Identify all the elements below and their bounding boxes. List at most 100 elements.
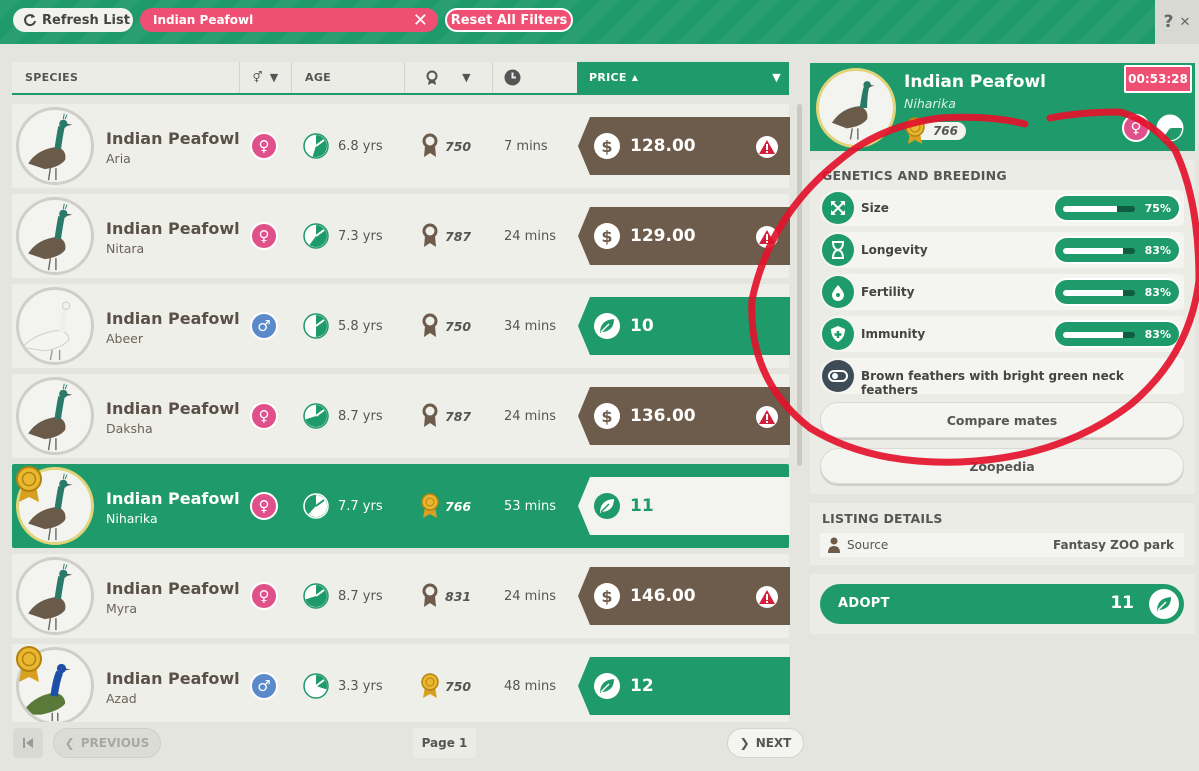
detail-header: Indian Peafowl Niharika 766 00:53:28 ♀ xyxy=(810,63,1195,151)
animal-row[interactable]: Indian Peafowl Nitara ♀ 7.3 yrs 787 24 m… xyxy=(12,194,790,278)
listing-time: 53 mins xyxy=(504,499,556,514)
page-indicator: Page 1 xyxy=(413,728,476,758)
animal-species: Indian Peafowl xyxy=(106,669,240,688)
search-filter-tag[interactable]: Indian Peafowl ✕ xyxy=(140,8,438,32)
reset-filters-button[interactable]: Reset All Filters xyxy=(445,8,573,32)
age-icon xyxy=(303,133,329,159)
dollar-icon: $ xyxy=(594,223,620,249)
search-filter-label: Indian Peafowl xyxy=(153,13,254,27)
toggle-icon xyxy=(822,360,854,392)
help-icon[interactable]: ? xyxy=(1164,12,1174,32)
age-icon xyxy=(303,493,329,519)
hourglass-icon xyxy=(822,234,854,266)
age-icon xyxy=(303,313,329,339)
chevron-left-icon: ❮ xyxy=(64,736,75,750)
female-icon: ♀ xyxy=(250,582,278,610)
trait-bar: 83% xyxy=(1053,278,1181,306)
column-time[interactable] xyxy=(493,62,577,93)
trait-bar: 83% xyxy=(1053,320,1181,348)
first-page-button[interactable] xyxy=(13,728,43,758)
column-age[interactable]: AGE xyxy=(292,62,405,93)
adopt-panel: ADOPT 11 xyxy=(810,574,1195,634)
sort-asc-icon: ▲ xyxy=(631,73,639,82)
refresh-list-button[interactable]: Refresh List xyxy=(13,8,133,32)
animal-avatar xyxy=(16,197,94,275)
next-button[interactable]: ❯ NEXT xyxy=(727,728,804,758)
fertility-icon xyxy=(822,276,854,308)
compare-mates-button[interactable]: Compare mates xyxy=(820,402,1184,438)
detail-avatar xyxy=(816,68,896,148)
listing-time: 24 mins xyxy=(504,589,556,604)
column-rank[interactable]: ▼ xyxy=(405,62,493,93)
zoopedia-button[interactable]: Zoopedia xyxy=(820,448,1184,484)
trait-percent: 83% xyxy=(1144,286,1171,299)
medal-icon xyxy=(420,313,440,339)
adopt-price: 11 xyxy=(1110,593,1134,613)
column-age-label: AGE xyxy=(305,71,331,84)
animal-row[interactable]: Indian Peafowl Daksha ♀ 8.7 yrs 787 24 m… xyxy=(12,374,790,458)
animal-species: Indian Peafowl xyxy=(106,309,240,328)
animal-rank: 787 xyxy=(445,409,472,424)
animal-species: Indian Peafowl xyxy=(106,579,240,598)
animal-avatar xyxy=(16,107,94,185)
trait-immunity: Immunity 83% xyxy=(820,316,1184,352)
previous-button[interactable]: ❮ PREVIOUS xyxy=(53,728,161,758)
price-tag[interactable]: $ 146.00 xyxy=(578,567,790,625)
price-value: 10 xyxy=(630,316,654,336)
expand-icon[interactable]: ✕ xyxy=(1179,15,1190,30)
animal-rank: 766 xyxy=(445,499,472,514)
trait-percent: 83% xyxy=(1144,244,1171,257)
gold-medal-icon xyxy=(14,646,44,684)
female-icon: ♀ xyxy=(250,402,278,430)
detail-name: Niharika xyxy=(904,96,956,111)
age-icon xyxy=(1156,114,1184,142)
listing-timer: 00:53:28 xyxy=(1124,65,1192,93)
animal-row[interactable]: Indian Peafowl Abeer ♂ 5.8 yrs 750 34 mi… xyxy=(12,284,790,368)
animal-row[interactable]: Indian Peafowl Azad ♂ 3.3 yrs 750 48 min… xyxy=(12,644,790,722)
trait-bar-track xyxy=(1063,290,1135,296)
trait-label: Fertility xyxy=(861,285,915,299)
animal-row[interactable]: Indian Peafowl Niharika ♀ 7.7 yrs 766 53… xyxy=(12,464,790,548)
price-tag[interactable]: 10 xyxy=(578,297,790,355)
trait-bar-fill xyxy=(1063,248,1123,254)
column-species[interactable]: SPECIES xyxy=(12,62,240,93)
filter-icon[interactable]: ▼ xyxy=(270,71,279,84)
dollar-icon: $ xyxy=(594,403,620,429)
trait-label: Immunity xyxy=(861,327,926,341)
trait-longevity: Longevity 83% xyxy=(820,232,1184,268)
help-box[interactable]: ? ✕ xyxy=(1155,0,1199,44)
clock-icon xyxy=(504,69,521,86)
adopt-button[interactable]: ADOPT 11 xyxy=(820,584,1184,624)
filter-icon[interactable]: ▼ xyxy=(772,71,781,84)
animal-avatar xyxy=(16,377,94,455)
clear-search-icon[interactable]: ✕ xyxy=(413,10,428,31)
price-value: 136.00 xyxy=(630,406,696,426)
age-icon xyxy=(303,673,329,699)
price-tag[interactable]: $ 128.00 xyxy=(578,117,790,175)
animal-row[interactable]: Indian Peafowl Myra ♀ 8.7 yrs 831 24 min… xyxy=(12,554,790,638)
filter-icon[interactable]: ▼ xyxy=(462,71,471,84)
price-tag[interactable]: 12 xyxy=(578,657,790,715)
medal-icon xyxy=(420,223,440,249)
feature-row: Brown feathers with bright green neck fe… xyxy=(820,358,1184,397)
dollar-icon: $ xyxy=(594,583,620,609)
column-sex[interactable]: ⚥ ▼ xyxy=(240,62,292,93)
price-value: 146.00 xyxy=(630,586,696,606)
price-tag[interactable]: $ 136.00 xyxy=(578,387,790,445)
animal-row[interactable]: Indian Peafowl Aria ♀ 6.8 yrs 750 7 mins… xyxy=(12,104,790,188)
animal-rank: 831 xyxy=(445,589,472,604)
trait-size: Size 75% xyxy=(820,190,1184,226)
next-label: NEXT xyxy=(755,736,792,750)
gender-icon: ⚥ xyxy=(252,71,263,84)
listing-time: 24 mins xyxy=(504,229,556,244)
price-tag[interactable]: $ 129.00 xyxy=(578,207,790,265)
price-value: 11 xyxy=(630,496,654,516)
list-scrollbar[interactable] xyxy=(797,104,802,466)
trait-bar-fill xyxy=(1063,206,1117,212)
immunity-shield-icon xyxy=(822,318,854,350)
trait-percent: 83% xyxy=(1144,328,1171,341)
warning-icon xyxy=(756,406,778,428)
column-price[interactable]: PRICE ▲ ▼ xyxy=(577,62,789,93)
animal-rank: 787 xyxy=(445,229,472,244)
price-tag[interactable]: 11 xyxy=(578,477,790,535)
